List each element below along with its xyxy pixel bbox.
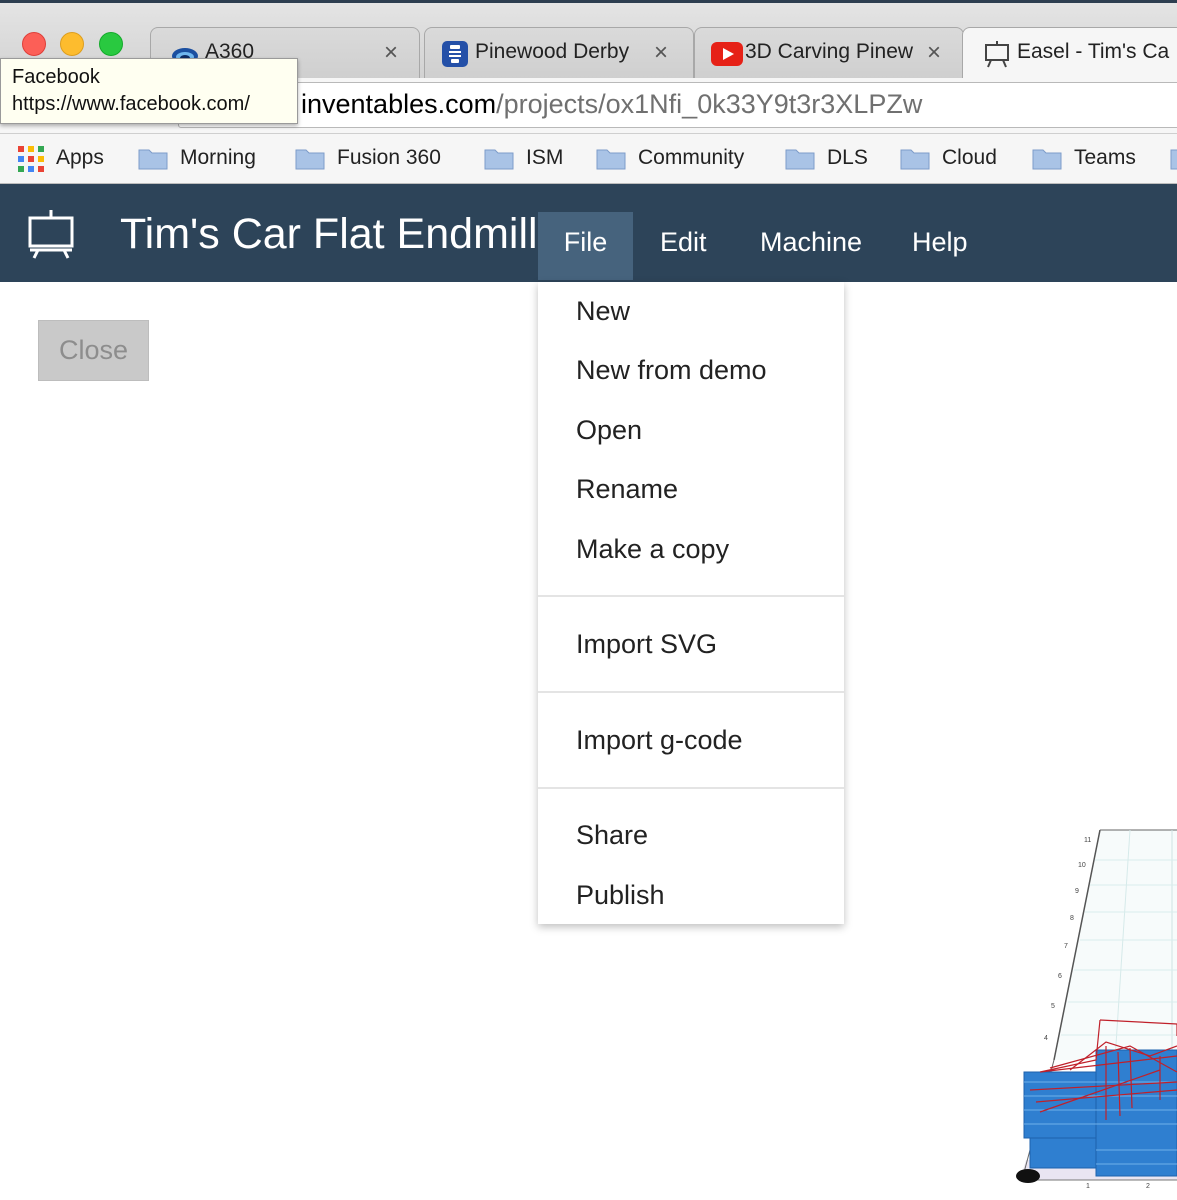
folder-icon (138, 149, 168, 170)
easel-logo-icon (28, 210, 74, 259)
tab-easel[interactable]: Easel - Tim's Ca (962, 27, 1177, 83)
menu-item-new[interactable]: New (576, 296, 630, 327)
menu-machine[interactable]: Machine (760, 212, 862, 280)
link-tooltip: Facebook https://www.facebook.com/ (0, 58, 298, 124)
close-window-button[interactable] (22, 32, 46, 56)
menu-item-import-gcode[interactable]: Import g-code (576, 725, 743, 756)
folder-icon (1032, 149, 1062, 170)
apps-grid-icon (16, 144, 44, 172)
bookmark-label: Fusion 360 (337, 146, 441, 169)
tab-pinewood-derby[interactable]: Pinewood Derby × (424, 27, 694, 79)
axis-tick: 7 (1064, 943, 1068, 950)
menu-divider (538, 691, 844, 693)
menu-item-rename[interactable]: Rename (576, 474, 678, 505)
folder-icon (484, 149, 514, 170)
app-header: Tim's Car Flat Endmill File Edit Machine… (0, 184, 1177, 282)
menu-item-import-svg[interactable]: Import SVG (576, 629, 717, 660)
close-button[interactable]: Close (38, 320, 149, 381)
url-path: /projects/ox1Nfi_0k33Y9t3r3XLPZw (496, 89, 923, 119)
folder-icon (596, 149, 626, 170)
tooltip-url: https://www.facebook.com/ (12, 93, 250, 115)
axis-tick: 1 (1086, 1183, 1090, 1190)
bookmarks-bar: Apps Morning Fusion 360 ISM Community DL… (0, 134, 1177, 184)
menu-divider (538, 595, 844, 597)
address-bar[interactable]: inventables.com/projects/ox1Nfi_0k33Y9t3… (178, 82, 1177, 128)
bookmark-label: DLS (827, 146, 868, 169)
bookmark-label: Teams (1074, 146, 1136, 169)
tooltip-title: Facebook (12, 66, 100, 88)
easel-icon (985, 41, 1009, 68)
axis-tick: 8 (1070, 915, 1074, 922)
bookmark-label: Morning (180, 146, 256, 169)
axis-tick: 6 (1058, 973, 1062, 980)
menu-item-make-a-copy[interactable]: Make a copy (576, 534, 729, 565)
axis-tick: 9 (1075, 888, 1079, 895)
axis-tick: 10 (1078, 862, 1086, 869)
bookmark-label: ISM (526, 146, 564, 169)
folder-icon (900, 149, 930, 170)
zoom-window-button[interactable] (99, 32, 123, 56)
bookmark-overflow[interactable] (1170, 144, 1177, 174)
menu-item-share[interactable]: Share (576, 820, 648, 851)
menu-file[interactable]: File (538, 212, 633, 280)
axis-tick: 11 (1084, 837, 1091, 844)
bookmark-label: Community (638, 146, 745, 169)
project-title[interactable]: Tim's Car Flat Endmill (120, 210, 538, 259)
file-menu-dropdown: New New from demo Open Rename Make a cop… (538, 282, 844, 924)
menu-file-label: File (563, 227, 608, 257)
tab-close-icon[interactable]: × (927, 39, 941, 67)
tab-close-icon[interactable]: × (384, 39, 398, 67)
bookmark-label: Apps (56, 146, 104, 169)
axis-tick: 2 (1146, 1183, 1150, 1190)
menu-divider (538, 787, 844, 789)
menu-edit[interactable]: Edit (660, 212, 707, 280)
3d-toolpath-preview[interactable]: 11 10 9 8 7 6 5 4 1 2 (1010, 820, 1177, 1200)
menu-item-new-from-demo[interactable]: New from demo (576, 355, 767, 386)
menu-help-label: Help (912, 227, 968, 257)
tab-title: 3D Carving Pinew (745, 40, 914, 63)
axis-tick: 4 (1044, 1035, 1048, 1042)
pinewood-icon (442, 41, 468, 67)
menu-help[interactable]: Help (912, 212, 968, 280)
tab-close-icon[interactable]: × (654, 39, 668, 67)
menu-machine-label: Machine (760, 227, 863, 257)
tab-3d-carving[interactable]: 3D Carving Pinew × (694, 27, 964, 79)
minimize-window-button[interactable] (60, 32, 84, 56)
folder-icon (785, 149, 815, 170)
bookmark-label: Cloud (942, 146, 997, 169)
menu-edit-label: Edit (660, 227, 707, 257)
url-host: inventables.com (301, 89, 497, 119)
browser-chrome: A360 × Pinewood Derby × 3D Carving Pinew… (0, 0, 1177, 184)
folder-icon (295, 149, 325, 170)
tab-title: Pinewood Derby (475, 40, 630, 63)
youtube-icon (711, 42, 743, 66)
menu-item-open[interactable]: Open (576, 415, 642, 446)
tab-title: Easel - Tim's Ca (1017, 40, 1170, 63)
axis-tick: 5 (1051, 1003, 1055, 1010)
menu-item-publish[interactable]: Publish (576, 880, 665, 911)
address-url[interactable]: inventables.com/projects/ox1Nfi_0k33Y9t3… (301, 89, 922, 120)
folder-icon (1170, 149, 1177, 170)
